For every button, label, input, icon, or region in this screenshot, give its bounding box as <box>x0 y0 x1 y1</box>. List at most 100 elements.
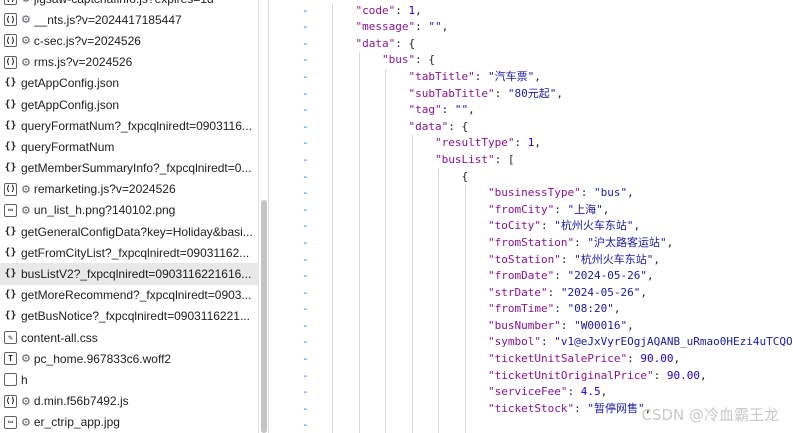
request-row[interactable]: {} queryFormatNum?_fxpcqlniredt=0903116..… <box>0 115 258 136</box>
indent-guide <box>438 384 439 401</box>
request-row[interactable]: ⟨⟩ ⚙ c-sec.js?v=2024526 <box>0 30 258 51</box>
indent-guide <box>332 384 333 401</box>
json-key: "data" <box>408 119 449 133</box>
indent-guide <box>385 185 386 202</box>
indent-guide <box>332 334 333 352</box>
json-string: "v1@eJxVyrEOgjAQANB_uRmao0HEzi4uTCQO <box>554 335 793 349</box>
indent-guide <box>411 268 413 285</box>
json-punctuation: : <box>494 86 508 100</box>
code-text: "busList": [ <box>435 152 514 169</box>
request-row[interactable]: ▭ ⚙ er_ctrip_app.jpg <box>0 412 258 433</box>
indent-guide <box>411 135 413 152</box>
request-row[interactable]: {} getFromCityList?_fxpcqlniredt=09031162… <box>0 242 258 263</box>
json-punctuation: : <box>554 302 568 316</box>
response-preview-panel: 1{-"code": 1,-"message": "",-"data": {-"… <box>268 0 793 433</box>
indent-guide <box>438 284 439 302</box>
code-text: "tabTitle": "汽车票", <box>409 69 541 86</box>
request-row[interactable]: h <box>0 369 258 390</box>
indent-guide <box>332 417 333 433</box>
request-row[interactable]: ⟨⟩ ⚙ d.min.f56b7492.js <box>0 391 258 412</box>
code-line: - "ticketUnitSalePrice": 90.00, <box>269 351 793 368</box>
request-name: d.min.f56b7492.js <box>33 394 129 409</box>
gutter-marker: - <box>302 36 309 50</box>
request-row[interactable]: T ⚙ pc_home.967833c6.woff2 <box>0 348 258 369</box>
indent-guide <box>332 317 333 335</box>
indent-guide <box>464 234 466 252</box>
code-text: "bus": { <box>382 52 435 69</box>
json-key: "tag" <box>408 103 442 117</box>
gutter-marker: - <box>302 418 309 432</box>
json-punctuation: , <box>699 368 707 382</box>
request-row[interactable]: ⟨⟩ ⚙ __nts.js?v=2024417185447 <box>0 9 258 30</box>
indent-guide <box>332 367 333 385</box>
indent-guide <box>358 52 360 69</box>
indent-guide <box>464 284 466 302</box>
request-row[interactable]: ⟨⟩ ⚙ remarketing.js?v=2024526 <box>0 179 258 200</box>
code-line: - "subTabTitle": "80元起", <box>269 85 793 103</box>
request-row[interactable]: {} getMemberSummaryInfo?_fxpcqlniredt=0..… <box>0 158 258 179</box>
code-text: "fromTime": "08:20", <box>488 301 620 318</box>
request-row[interactable]: {} getBusNotice?_fxpcqlniredt=0903116221.… <box>0 306 258 327</box>
request-row[interactable]: ▭ ⚙ un_list_h.png?140102.png <box>0 200 258 221</box>
request-row[interactable]: {} busListV2?_fxpcqlniredt=0903116221616.… <box>0 263 258 285</box>
indent-guide <box>358 301 360 318</box>
indent-guide <box>358 367 360 385</box>
indent-guide <box>385 317 386 335</box>
json-file-icon: {} <box>4 268 17 280</box>
response-code-lines: 1{-"code": 1,-"message": "",-"data": {-"… <box>269 0 793 433</box>
request-name: getMoreRecommend?_fxpcqlniredt=0903... <box>21 288 252 303</box>
indent-guide <box>385 351 386 368</box>
code-text: "code": 1, <box>356 3 422 20</box>
indent-guide <box>411 251 413 269</box>
json-key: "bus" <box>382 53 416 67</box>
code-line: - "strDate": "2024-05-26", <box>269 284 793 302</box>
json-key: "toCity" <box>488 219 541 233</box>
indent-guide <box>438 268 439 285</box>
gutter-marker: - <box>302 252 309 266</box>
json-punctuation: , <box>640 285 647 299</box>
service-worker-gear-icon: ⚙ <box>21 55 31 69</box>
json-file-icon: {} <box>4 98 17 110</box>
code-line: - "data": { <box>269 118 793 136</box>
indent-guide <box>385 201 386 219</box>
js-file-icon: ⟨⟩ <box>4 0 17 6</box>
code-line: - "toStation": "杭州火车东站", <box>269 251 793 269</box>
indent-guide <box>332 268 333 285</box>
request-list-scrollbar-thumb[interactable] <box>261 200 267 433</box>
indent-guide <box>332 102 333 119</box>
json-key: "ticketUnitSalePrice" <box>488 352 628 366</box>
indent-guide <box>464 400 466 418</box>
json-punctuation: : <box>554 202 568 216</box>
json-string: "bus" <box>593 186 628 200</box>
code-line: - "bus": { <box>269 52 793 69</box>
gutter-marker: - <box>302 352 309 366</box>
code-text: "message": "", <box>356 19 449 36</box>
request-row[interactable]: {} getAppConfig.json <box>0 73 258 94</box>
request-row[interactable]: {} getAppConfig.json <box>0 94 258 115</box>
indent-guide <box>464 334 466 352</box>
request-row[interactable]: {} getGeneralConfigData?key=Holiday&basi.… <box>0 221 258 242</box>
request-row[interactable]: {} queryFormatNum <box>0 136 258 157</box>
code-line: - "busList": [ <box>269 151 793 169</box>
request-name: getAppConfig.json <box>21 76 120 91</box>
request-list-scrollbar[interactable] <box>258 0 268 433</box>
request-row[interactable]: {} getMoreRecommend?_fxpcqlniredt=0903... <box>0 285 258 306</box>
gutter-marker: - <box>302 368 309 382</box>
service-worker-gear-icon: ⚙ <box>21 182 31 196</box>
json-key: "resultType" <box>435 136 515 150</box>
code-line: - "data": { <box>269 35 793 53</box>
request-row[interactable]: ✎ content-all.css <box>0 327 258 348</box>
indent-guide <box>332 251 333 269</box>
json-punctuation: : { <box>448 119 469 133</box>
indent-guide <box>438 301 439 318</box>
font-file-icon: T <box>4 352 17 366</box>
request-row[interactable]: ⟨⟩ ⚙jigsaw-captchafinfo.js?expires=1d <box>0 0 258 9</box>
json-punctuation: : <box>547 285 561 299</box>
request-name: getFromCityList?_fxpcqlniredt=09031162..… <box>21 245 250 260</box>
service-worker-gear-icon: ⚙ <box>21 13 31 27</box>
gutter-marker: - <box>302 136 309 150</box>
json-string: "沪太路客运站" <box>587 235 667 249</box>
json-punctuation: , <box>613 302 621 316</box>
request-row[interactable]: ⟨⟩ ⚙ rms.js?v=2024526 <box>0 52 258 73</box>
gutter-marker: - <box>302 269 309 283</box>
